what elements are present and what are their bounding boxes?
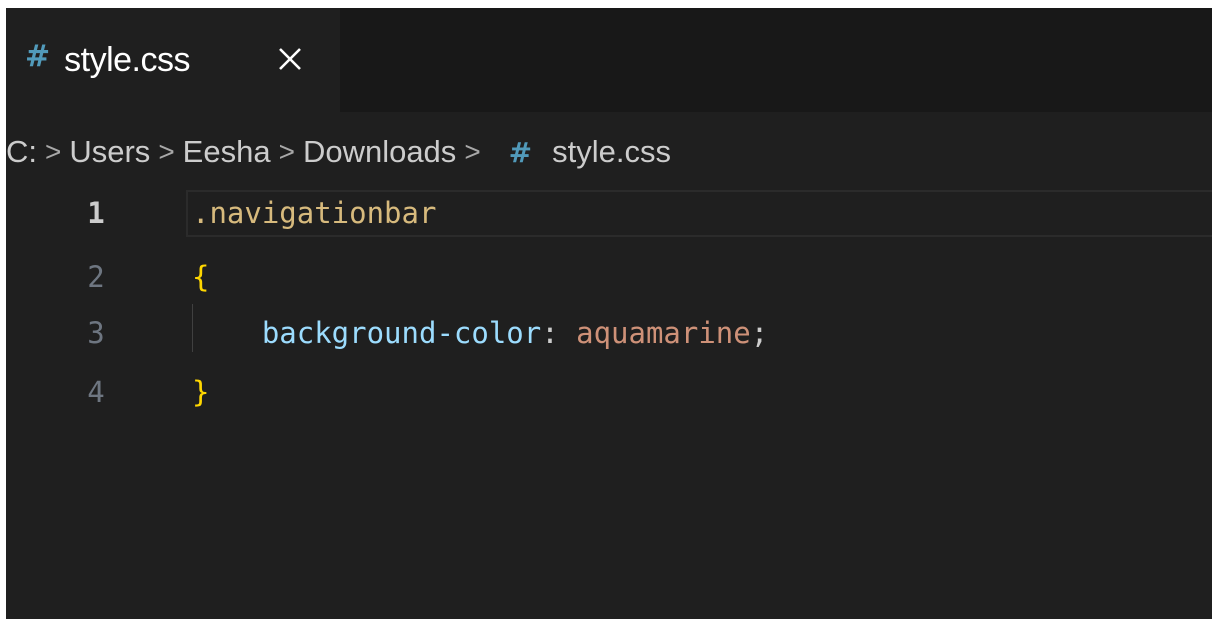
css-file-icon: # bbox=[25, 39, 51, 74]
code-line[interactable]: 3 background-color: aquamarine; bbox=[6, 305, 1212, 361]
close-icon[interactable] bbox=[271, 40, 309, 78]
breadcrumb-separator: > bbox=[278, 136, 295, 167]
breadcrumb-separator: > bbox=[45, 136, 62, 167]
line-number: 3 bbox=[87, 316, 105, 350]
breadcrumb-item-file[interactable]: style.css bbox=[552, 134, 671, 170]
code-token: .navigationbar bbox=[192, 196, 437, 230]
breadcrumb-separator: > bbox=[464, 136, 481, 167]
code-token: background-color bbox=[261, 316, 542, 350]
css-file-icon: # bbox=[508, 135, 533, 169]
code-editor: # style.css C: > Users > Eesha > Downloa… bbox=[6, 8, 1212, 619]
code-text: background-color: aquamarine; bbox=[192, 305, 768, 361]
code-token: : bbox=[541, 316, 577, 350]
code-token: ; bbox=[750, 316, 769, 350]
code-text: } bbox=[192, 364, 209, 420]
code-line[interactable]: 1 .navigationbar bbox=[6, 185, 1212, 241]
code-token: } bbox=[192, 375, 210, 409]
line-number: 2 bbox=[87, 260, 105, 294]
breadcrumb-item-users[interactable]: Users bbox=[69, 134, 150, 170]
code-text: { bbox=[192, 249, 209, 305]
code-token: aquamarine bbox=[576, 316, 751, 350]
line-number: 4 bbox=[87, 375, 105, 409]
breadcrumb-item-drive[interactable]: C: bbox=[6, 134, 37, 170]
tab-bar: # style.css bbox=[6, 8, 1212, 112]
breadcrumb-item-downloads[interactable]: Downloads bbox=[303, 134, 456, 170]
breadcrumb-item-eesha[interactable]: Eesha bbox=[183, 134, 271, 170]
code-line[interactable]: 4} bbox=[6, 364, 1212, 420]
breadcrumb: C: > Users > Eesha > Downloads > # style… bbox=[6, 127, 671, 177]
code-token: { bbox=[192, 260, 210, 294]
code-text: .navigationbar bbox=[192, 185, 436, 241]
code-line[interactable]: 2{ bbox=[6, 249, 1212, 305]
line-number: 1 bbox=[87, 196, 105, 230]
tab-style-css[interactable]: # style.css bbox=[6, 8, 340, 112]
tab-label: style.css bbox=[64, 40, 190, 79]
breadcrumb-separator: > bbox=[158, 136, 175, 167]
